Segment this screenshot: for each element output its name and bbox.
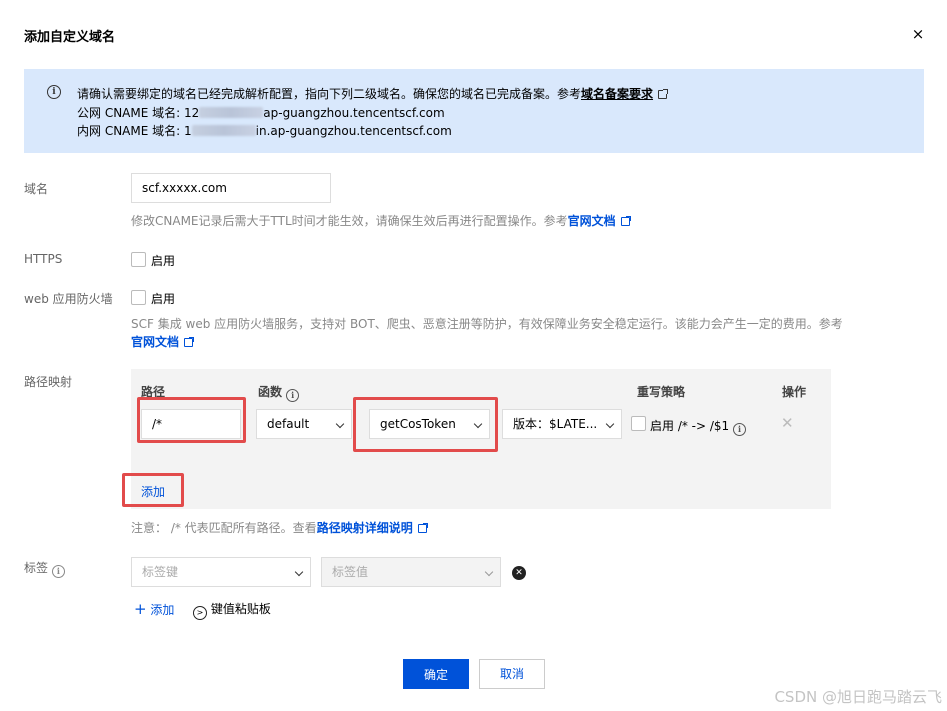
- plus-icon: +: [134, 600, 147, 618]
- action-column-header: 操作: [782, 385, 807, 399]
- filing-requirements-link[interactable]: 域名备案要求: [581, 87, 653, 101]
- https-checkbox[interactable]: [131, 252, 146, 267]
- note-text: 注意： /* 代表匹配所有路径。查看: [131, 521, 317, 535]
- external-link-icon: [417, 523, 428, 533]
- domain-docs-link[interactable]: 官网文档: [568, 214, 616, 228]
- rewrite-column-header: 重写策略: [637, 385, 686, 399]
- waf-docs: 官网文档: [131, 333, 195, 350]
- chevron-down-icon: [335, 419, 345, 429]
- private-cname: 内网 CNAME 域名: 1 in.ap-guangzhou.tencentscf…: [77, 122, 452, 139]
- redacted-block: [199, 107, 264, 118]
- redacted-block: [191, 125, 256, 136]
- version-select[interactable]: 版本：$LATE...: [502, 409, 622, 439]
- clipboard-button[interactable]: > 键值粘贴板: [193, 600, 271, 620]
- domain-input[interactable]: scf.xxxxx.com: [131, 173, 331, 203]
- version-value: 版本：$LATE...: [513, 417, 598, 431]
- add-tag-label: 添加: [150, 603, 175, 617]
- external-link-icon: [658, 89, 669, 99]
- notice-line-1: 请确认需要绑定的域名已经完成解析配置，指向下列二级域名。确保您的域名已完成备案。…: [77, 85, 669, 102]
- domain-label: 域名: [24, 182, 49, 196]
- rewrite-checkbox[interactable]: [631, 416, 646, 431]
- public-cname: 公网 CNAME 域名: 12 ap-guangzhou.tencentscf.c…: [77, 104, 445, 121]
- path-mapping-note: 注意： /* 代表匹配所有路径。查看路径映射详细说明: [131, 519, 428, 536]
- public-cname-prefix: 公网 CNAME 域名: 12: [77, 106, 200, 120]
- info-notice: i 请确认需要绑定的域名已经完成解析配置，指向下列二级域名。确保您的域名已完成备…: [24, 69, 924, 153]
- private-cname-prefix: 内网 CNAME 域名: 1: [77, 124, 192, 138]
- function-value: getCosToken: [380, 417, 456, 431]
- mapping-docs-link[interactable]: 路径映射详细说明: [317, 521, 413, 535]
- delete-row-icon[interactable]: ✕: [781, 414, 794, 432]
- confirm-button[interactable]: 确定: [403, 659, 469, 689]
- waf-label: web 应用防火墙: [24, 292, 113, 306]
- tags-label-text: 标签: [24, 561, 49, 575]
- waf-docs-link[interactable]: 官网文档: [131, 335, 179, 349]
- add-tag-button[interactable]: + 添加: [134, 600, 174, 618]
- add-mapping-button[interactable]: 添加: [141, 483, 165, 500]
- notice-text: 请确认需要绑定的域名已经完成解析配置，指向下列二级域名。确保您的域名已完成备案。…: [77, 87, 582, 101]
- path-mapping-label: 路径映射: [24, 375, 73, 389]
- tag-key-placeholder: 标签键: [142, 565, 179, 579]
- watermark: CSDN @旭日跑马踏云飞: [774, 688, 942, 706]
- namespace-select[interactable]: default: [256, 409, 352, 439]
- tag-key-select[interactable]: 标签键: [131, 557, 311, 587]
- chevron-down-icon: [294, 567, 304, 577]
- private-cname-suffix: in.ap-guangzhou.tencentscf.com: [255, 124, 452, 138]
- help-icon[interactable]: i: [286, 389, 300, 402]
- https-label: HTTPS: [24, 252, 63, 266]
- external-link-icon: [184, 337, 195, 347]
- info-icon: i: [47, 85, 61, 99]
- tag-value-select[interactable]: 标签值: [321, 557, 501, 587]
- domain-hint-text: 修改CNAME记录后需大于TTL时间才能生效，请确保生效后再进行配置操作。参考: [131, 214, 568, 228]
- path-input[interactable]: /*: [141, 409, 241, 439]
- external-link-icon: [620, 216, 631, 226]
- chevron-down-icon: [605, 419, 615, 429]
- waf-checkbox-label: 启用: [151, 292, 176, 306]
- function-column-header: 函数 i: [258, 383, 300, 402]
- function-select[interactable]: getCosToken: [369, 409, 490, 439]
- function-header-text: 函数: [258, 385, 283, 399]
- close-icon[interactable]: ×: [911, 26, 925, 42]
- tag-value-placeholder: 标签值: [332, 565, 369, 579]
- rewrite-option: 启用 /* -> /$1 i: [650, 417, 747, 436]
- waf-hint: SCF 集成 web 应用防火墙服务，支持对 BOT、爬虫、恶意注册等防护，有效…: [131, 317, 843, 331]
- tags-label: 标签 i: [24, 559, 65, 578]
- chevron-down-icon: [473, 419, 483, 429]
- rewrite-label: 启用 /* -> /$1: [650, 419, 730, 433]
- clipboard-label: 键值粘贴板: [210, 602, 271, 616]
- dialog-title: 添加自定义域名: [24, 30, 116, 45]
- chevron-down-icon: [484, 567, 494, 577]
- public-cname-suffix: ap-guangzhou.tencentscf.com: [263, 106, 445, 120]
- help-icon[interactable]: i: [733, 423, 747, 436]
- remove-tag-icon[interactable]: ✕: [512, 566, 526, 580]
- https-checkbox-label: 启用: [151, 254, 176, 268]
- cancel-button[interactable]: 取消: [479, 659, 545, 689]
- chevron-right-circle-icon: >: [193, 606, 207, 620]
- namespace-value: default: [267, 417, 310, 431]
- waf-checkbox[interactable]: [131, 290, 146, 305]
- domain-hint: 修改CNAME记录后需大于TTL时间才能生效，请确保生效后再进行配置操作。参考官…: [131, 212, 631, 229]
- help-icon[interactable]: i: [51, 565, 65, 578]
